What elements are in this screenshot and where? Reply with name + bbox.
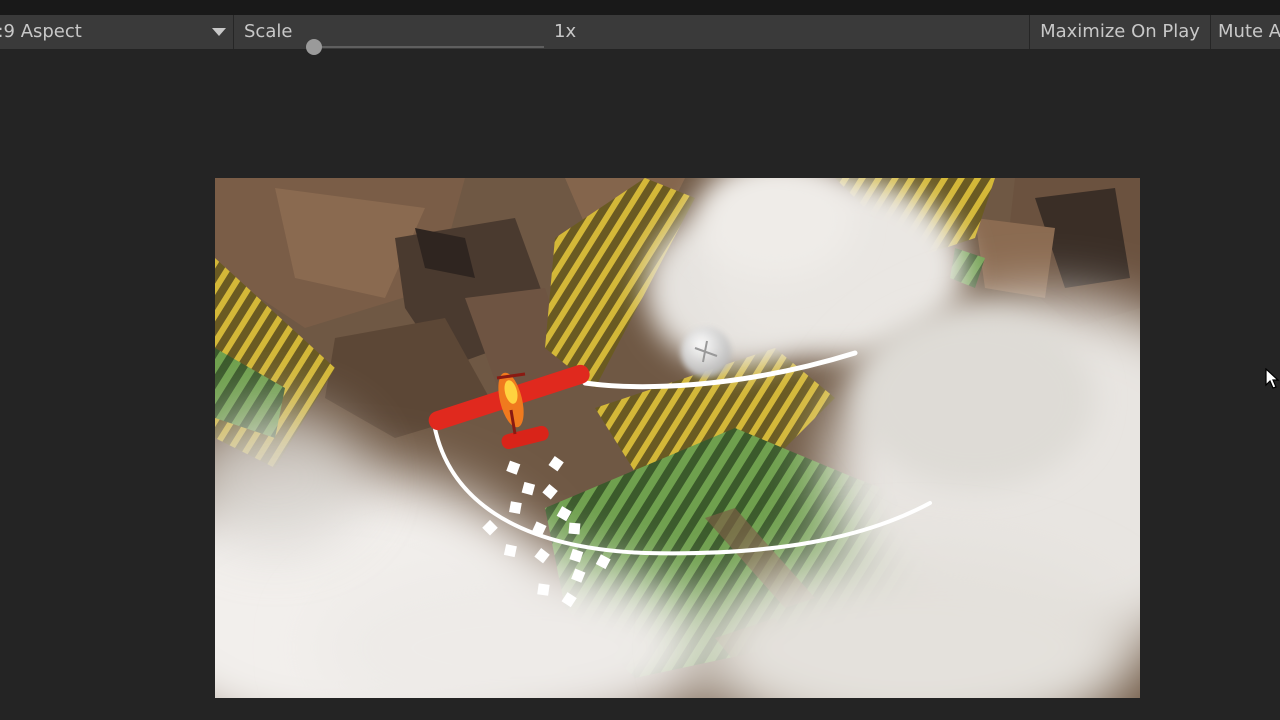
target-ball bbox=[681, 327, 731, 377]
game-view-toolbar: 6:9 Aspect Scale 1x Maximize On Play Mut… bbox=[0, 15, 1280, 55]
toolbar-divider bbox=[233, 15, 234, 49]
mute-audio-toggle[interactable]: Mute A bbox=[1211, 15, 1280, 49]
mouse-pointer-icon bbox=[1265, 368, 1280, 389]
scale-slider-thumb[interactable] bbox=[306, 39, 322, 55]
game-viewport[interactable] bbox=[215, 178, 1140, 698]
aspect-dropdown[interactable]: 6:9 Aspect bbox=[0, 15, 232, 49]
scale-label: Scale bbox=[244, 21, 293, 42]
aspect-label: 6:9 Aspect bbox=[0, 21, 82, 42]
window-top-strip bbox=[0, 0, 1280, 15]
scale-slider-track[interactable] bbox=[314, 46, 544, 48]
game-scene bbox=[215, 178, 1140, 698]
scale-value: 1x bbox=[554, 21, 577, 42]
maximize-on-play-toggle[interactable]: Maximize On Play bbox=[1030, 15, 1210, 49]
caret-down-icon bbox=[212, 28, 226, 36]
